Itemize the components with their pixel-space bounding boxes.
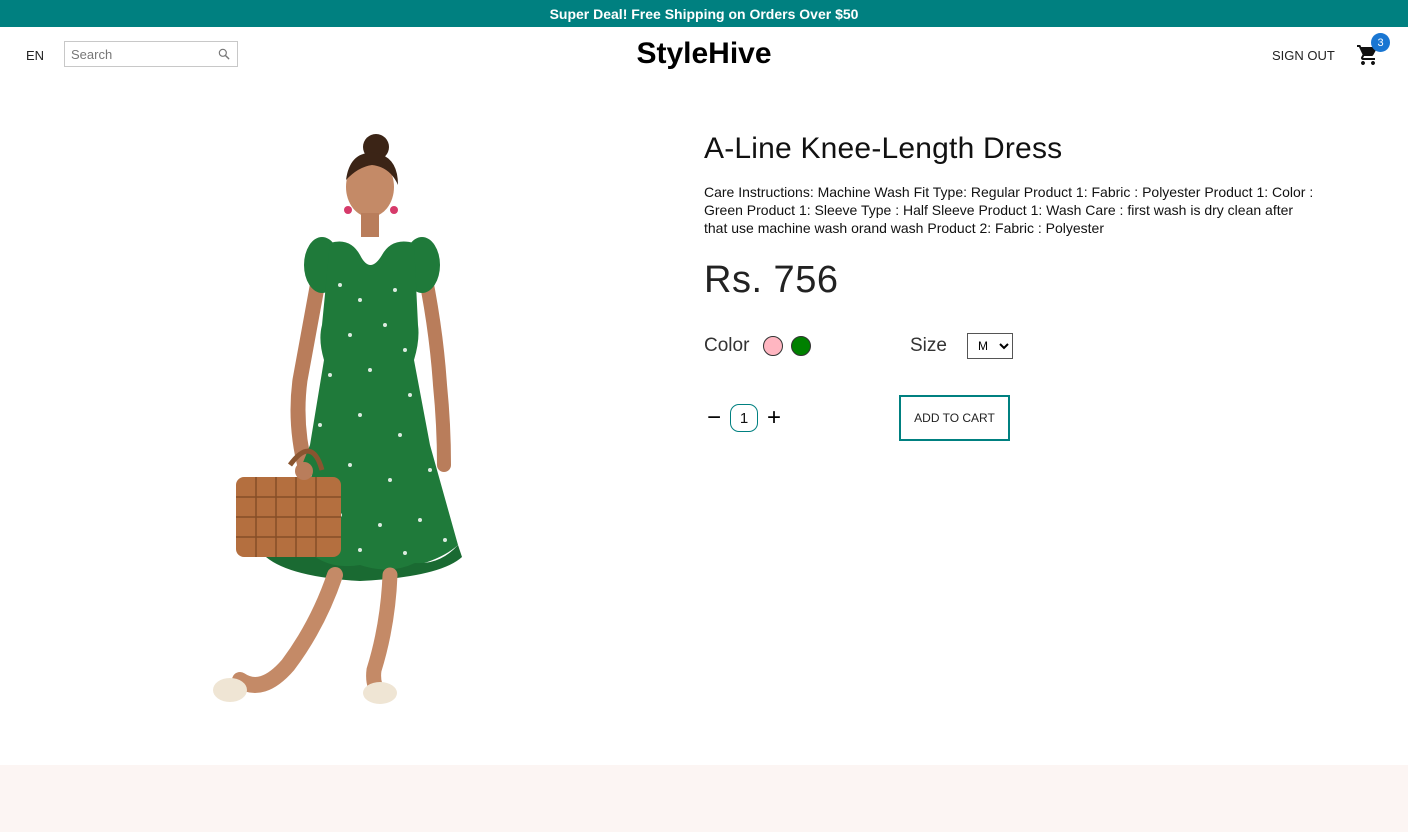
cart-button[interactable]: 3 bbox=[1356, 33, 1390, 67]
language-label: EN bbox=[26, 48, 45, 63]
product-title: A-Line Knee-Length Dress bbox=[704, 132, 1063, 165]
product-image bbox=[200, 125, 500, 720]
quantity-stepper: − 1 + bbox=[704, 404, 784, 432]
color-label: Color bbox=[704, 335, 750, 356]
quantity-value: 1 bbox=[730, 404, 758, 432]
size-label: Size bbox=[910, 335, 947, 356]
size-select[interactable]: M bbox=[966, 333, 1013, 359]
product-description: Care Instructions: Machine Wash Fit Type… bbox=[704, 184, 1314, 236]
increment-button[interactable]: + bbox=[764, 406, 784, 430]
color-swatch-pink[interactable] bbox=[763, 336, 784, 356]
product-price: Rs. 756 bbox=[704, 259, 839, 301]
add-to-cart-button[interactable]: ADD TO CART bbox=[899, 395, 1010, 441]
search-icon[interactable] bbox=[217, 47, 231, 61]
filter-row: Color Size M bbox=[704, 331, 1316, 361]
footer-band bbox=[0, 765, 1408, 832]
navbar: EN StyleHive SIGN OUT 3 bbox=[0, 27, 1408, 83]
cart-row: − 1 + ADD TO CART bbox=[704, 395, 1316, 441]
announcement-text: Super Deal! Free Shipping on Orders Over… bbox=[549, 5, 859, 22]
decrement-button[interactable]: − bbox=[704, 406, 724, 430]
size-filter: Size M bbox=[910, 331, 1013, 361]
product-info: A-Line Knee-Length Dress Care Instructio… bbox=[704, 130, 1316, 441]
cart-badge: 3 bbox=[1371, 33, 1390, 52]
announcement-bar: Super Deal! Free Shipping on Orders Over… bbox=[0, 0, 1408, 27]
color-filter: Color bbox=[704, 331, 819, 361]
sign-out-link[interactable]: SIGN OUT bbox=[1272, 48, 1335, 63]
search-container bbox=[64, 41, 238, 67]
search-input[interactable] bbox=[71, 46, 217, 62]
color-swatch-green[interactable] bbox=[791, 336, 812, 356]
